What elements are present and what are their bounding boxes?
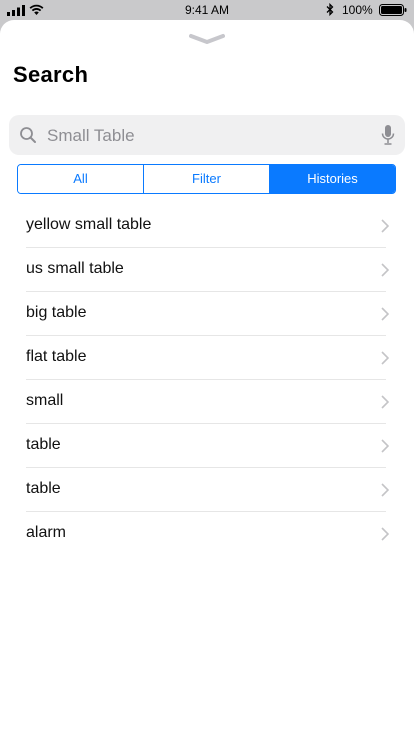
segment-histories[interactable]: Histories [269, 165, 395, 193]
battery-icon [379, 4, 407, 16]
history-item-label: alarm [26, 524, 67, 541]
search-input[interactable] [45, 121, 369, 151]
chevron-right-icon [381, 483, 389, 497]
history-item[interactable]: table [26, 468, 389, 512]
chevron-right-icon [381, 527, 389, 541]
chevron-right-icon [381, 263, 389, 277]
history-item-label: table [26, 436, 61, 453]
status-bar: 9:41 AM 100% [0, 0, 414, 20]
chevron-right-icon [381, 439, 389, 453]
search-icon [20, 127, 36, 143]
history-item-label: table [26, 480, 61, 497]
history-item-label: yellow small table [26, 216, 152, 233]
history-item-label: us small table [26, 260, 124, 277]
search-sheet: Search All Filter Histories yellow small… [0, 20, 414, 736]
history-item-label: big table [26, 304, 87, 321]
chevron-right-icon [381, 219, 389, 233]
history-item[interactable]: flat table [26, 336, 389, 380]
history-item[interactable]: small [26, 380, 389, 424]
search-bar[interactable] [9, 115, 405, 155]
segmented-control: All Filter Histories [17, 164, 396, 194]
chevron-down-icon[interactable] [189, 33, 225, 45]
history-list: yellow small table us small table big ta… [26, 204, 389, 555]
history-item-label: small [26, 392, 64, 409]
history-item[interactable]: big table [26, 292, 389, 336]
segment-filter[interactable]: Filter [143, 165, 269, 193]
page-title: Search [13, 62, 89, 87]
battery-percent: 100% [342, 3, 373, 17]
history-item[interactable]: yellow small table [26, 204, 389, 248]
microphone-icon[interactable] [381, 124, 395, 146]
bluetooth-icon [326, 3, 334, 16]
chevron-right-icon [381, 395, 389, 409]
history-item[interactable]: us small table [26, 248, 389, 292]
history-item-label: flat table [26, 348, 87, 365]
segment-all[interactable]: All [18, 165, 143, 193]
chevron-right-icon [381, 307, 389, 321]
chevron-right-icon [381, 351, 389, 365]
history-item[interactable]: table [26, 424, 389, 468]
history-item[interactable]: alarm [26, 512, 389, 555]
